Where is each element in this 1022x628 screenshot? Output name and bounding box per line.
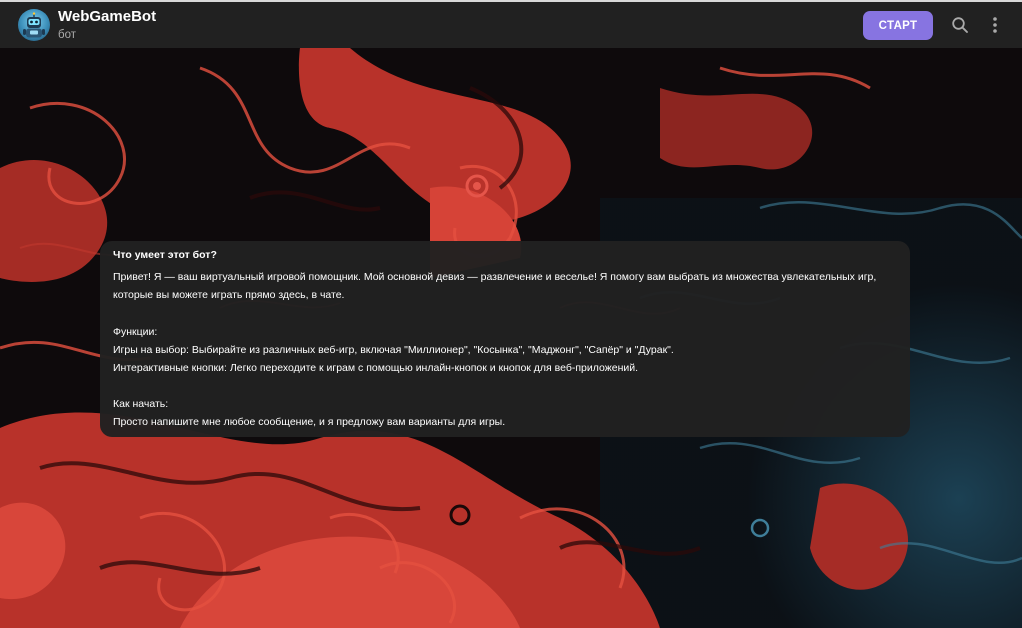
bot-info-card: Что умеет этот бот? Привет! Я — ваш вирт… [100,241,910,437]
bot-status: бот [58,29,76,41]
telegram-chat-window: WebGameBot бот СТАРТ Что умеет этот бот?… [0,0,1022,628]
more-options-button[interactable] [981,11,1009,39]
card-title: Что умеет этот бот? [113,249,217,261]
card-spacer [113,305,897,323]
card-features-heading: Функции: [113,325,158,338]
chat-header: WebGameBot бот СТАРТ [0,2,1022,48]
card-intro-line: которые вы можете играть прямо здесь, в … [113,289,345,302]
search-icon [952,17,968,33]
robot-icon [23,12,45,38]
bot-name: WebGameBot [58,8,157,25]
chat-title-block[interactable]: WebGameBot бот [58,8,156,42]
start-button[interactable]: СТАРТ [863,11,933,40]
bot-avatar[interactable] [18,9,50,41]
card-spacer [113,377,897,395]
search-button[interactable] [946,11,974,39]
card-howto-text: Просто напишите мне любое сообщение, и я… [113,416,506,429]
card-feature-item: Интерактивные кнопки: Легко переходите к… [113,362,639,375]
card-howto-heading: Как начать: [113,398,169,411]
card-intro-line: Привет! Я — ваш виртуальный игровой помо… [113,271,877,284]
card-feature-item: Игры на выбор: Выбирайте из различных ве… [113,343,674,356]
more-vertical-icon [993,17,997,33]
